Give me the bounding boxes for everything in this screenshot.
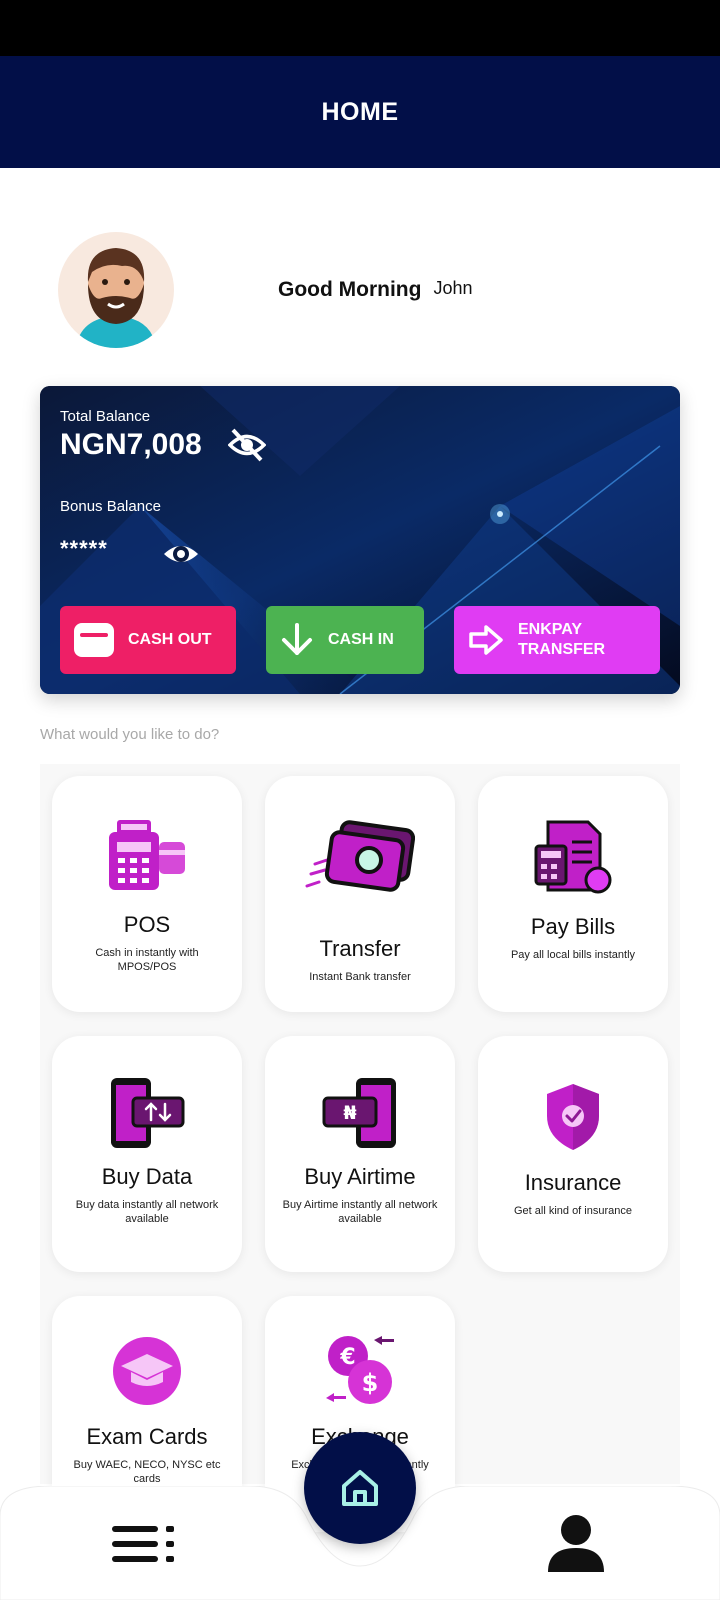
- services-prompt: What would you like to do?: [40, 726, 220, 743]
- service-title: Buy Data: [101, 1164, 193, 1189]
- service-desc: Buy data instantly all network available: [75, 1199, 219, 1225]
- arrow-down-icon: [280, 623, 314, 657]
- service-desc: Buy WAEC, NECO, NYSC etc cards: [73, 1459, 221, 1485]
- service-title: Pay Bills: [530, 914, 616, 939]
- service-title: Insurance: [524, 1170, 622, 1195]
- balance-card: Total Balance NGN7,008 Bonus Balance ***…: [40, 386, 680, 694]
- service-desc: Instant Bank transfer: [309, 971, 411, 983]
- service-desc: Cash in instantly with MPOS/POS: [95, 947, 199, 973]
- bonus-balance-hidden: *****: [60, 536, 108, 561]
- phone-airtime-icon: ₦: [265, 1076, 455, 1150]
- enkpay-label-line1: ENKPAY: [518, 621, 583, 638]
- service-desc: Get all kind of insurance: [513, 1205, 632, 1217]
- service-tile-transfer[interactable]: Transfer Instant Bank transfer: [265, 776, 455, 1012]
- total-balance-label: Total Balance: [60, 408, 151, 425]
- arrow-right-icon: [468, 624, 504, 656]
- service-tile-buy-data[interactable]: Buy Data Buy data instantly all network …: [52, 1036, 242, 1272]
- service-title: Buy Airtime: [304, 1164, 416, 1189]
- cash-in-label: CASH IN: [328, 631, 394, 648]
- service-tile-pay-bills[interactable]: Pay Bills Pay all local bills instantly: [478, 776, 668, 1012]
- menu-button[interactable]: [112, 1526, 176, 1567]
- wallet-icon: [74, 623, 114, 657]
- graduation-cap-icon: [52, 1336, 242, 1406]
- cash-in-button[interactable]: CASH IN: [266, 606, 424, 674]
- pos-terminal-icon: [52, 820, 242, 892]
- bonus-balance-label: Bonus Balance: [60, 498, 161, 515]
- user-icon: [548, 1515, 604, 1572]
- enkpay-transfer-button[interactable]: ENKPAY TRANSFER: [454, 606, 660, 674]
- shield-check-icon: [478, 1082, 668, 1152]
- menu-icon: [112, 1526, 174, 1562]
- total-balance-amount: NGN7,008: [60, 428, 202, 461]
- money-transfer-icon: [265, 820, 455, 896]
- service-desc: Pay all local bills instantly: [510, 949, 636, 961]
- service-desc: Buy Airtime instantly all network availa…: [282, 1199, 438, 1225]
- greeting-section: Good Morning John: [58, 232, 473, 348]
- eye-slash-icon[interactable]: [227, 428, 267, 467]
- avatar[interactable]: [58, 232, 174, 348]
- greeting-text: Good Morning: [278, 278, 422, 301]
- svg-text:€: €: [339, 1345, 355, 1370]
- svg-text:$: $: [362, 1369, 379, 1397]
- bill-document-icon: [478, 820, 668, 896]
- profile-button[interactable]: [546, 1514, 606, 1577]
- service-title: Transfer: [319, 936, 401, 961]
- home-button[interactable]: [304, 1432, 416, 1544]
- user-name: John: [433, 277, 473, 298]
- enkpay-transfer-label: ENKPAY TRANSFER: [518, 620, 605, 660]
- service-title: POS: [123, 912, 171, 937]
- currency-exchange-icon: € $: [265, 1334, 455, 1408]
- page-title: HOME: [321, 97, 399, 126]
- home-icon: [342, 1470, 378, 1506]
- services-grid: POS Cash in instantly with MPOS/POS Tran…: [40, 764, 680, 1532]
- service-tile-buy-airtime[interactable]: ₦ Buy Airtime Buy Airtime instantly all …: [265, 1036, 455, 1272]
- cash-out-label: CASH OUT: [128, 631, 212, 648]
- service-tile-pos[interactable]: POS Cash in instantly with MPOS/POS: [52, 776, 242, 1012]
- app-header: HOME: [0, 56, 720, 168]
- service-title: Exam Cards: [86, 1424, 208, 1449]
- service-tile-insurance[interactable]: Insurance Get all kind of insurance: [478, 1036, 668, 1272]
- status-bar: [0, 0, 720, 56]
- enkpay-label-line2: TRANSFER: [518, 641, 606, 658]
- svg-text:₦: ₦: [343, 1102, 356, 1124]
- phone-data-icon: [52, 1076, 242, 1150]
- cash-out-button[interactable]: CASH OUT: [60, 606, 236, 674]
- eye-icon[interactable]: [162, 540, 200, 573]
